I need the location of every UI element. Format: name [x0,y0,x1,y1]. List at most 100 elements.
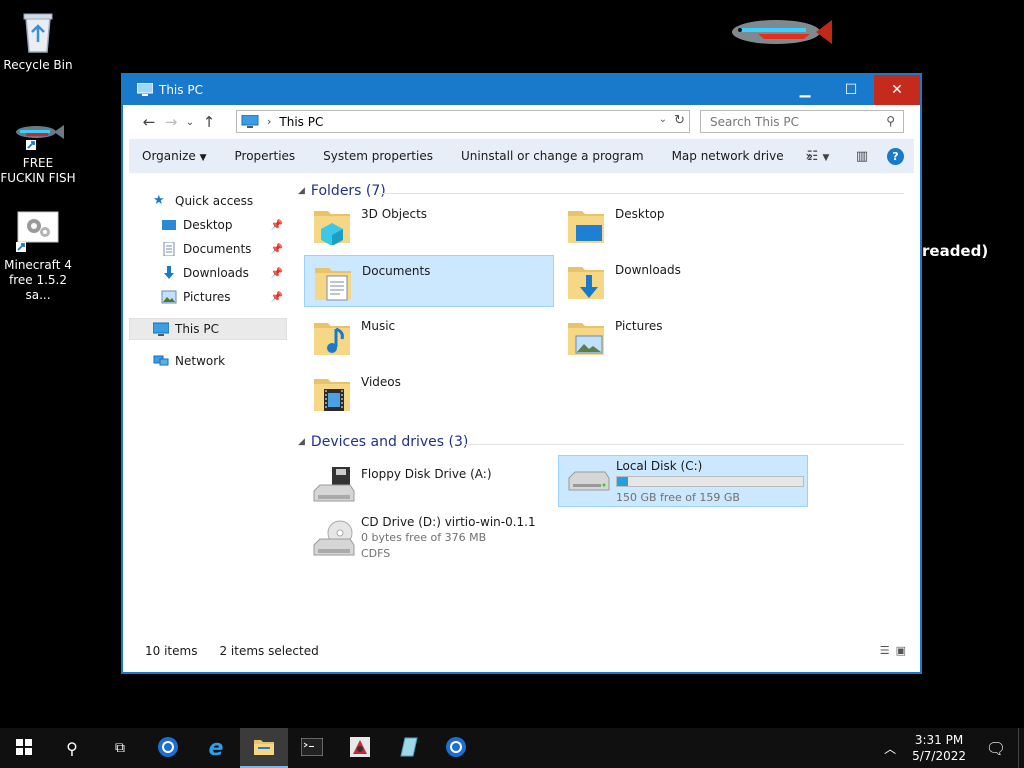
desktop-folder-icon [566,205,606,245]
floppy-drive-icon [312,465,355,505]
desktop-icon-fish[interactable]: FREE FUCKIN FISH [0,118,76,186]
action-center-button[interactable]: 🗨 [974,728,1018,768]
details-view-icon[interactable]: ☰ [880,644,890,657]
close-icon: ✕ [891,82,903,98]
pin-icon[interactable]: 📌 [271,268,283,279]
folder-downloads[interactable]: Downloads [558,255,808,307]
folder-3d-objects[interactable]: 3D Objects [304,199,554,251]
drive-floppy[interactable]: Floppy Disk Drive (A:) [304,459,554,511]
tile-label: Desktop [615,207,665,221]
chrome-icon [445,736,467,761]
refresh-icon[interactable]: ↻ [674,113,685,128]
taskbar-app-notes[interactable] [384,728,432,768]
up-button[interactable]: ↑ [198,113,220,131]
desktop-icon-minecraft[interactable]: Minecraft 4 free 1.5.2 sa... [0,210,76,303]
folders-group-header[interactable]: ◢ Folders (7) [298,183,386,199]
search-input[interactable]: Search This PC ⚲ [700,110,904,133]
view-options-icon: ☷ [806,148,819,164]
terminal-icon [300,737,324,759]
documents-folder-icon [313,262,353,302]
taskbar-file-explorer[interactable] [240,728,288,768]
paint-app-icon [349,736,371,761]
videos-folder-icon [312,373,352,413]
pictures-folder-icon [566,317,606,357]
preview-pane-button[interactable]: ▥ [847,149,877,164]
folder-pictures[interactable]: Pictures [558,311,808,363]
documents-icon [161,241,177,257]
status-bar: 10 items 2 items selected ☰ ▣ [129,636,914,666]
show-hidden-icons-button[interactable]: ︿ [876,728,904,768]
nav-label: Quick access [175,194,254,208]
properties-button[interactable]: Properties [221,149,310,163]
folder-music[interactable]: Music [304,311,554,363]
notification-icon: 🗨 [985,738,1007,758]
nav-downloads[interactable]: Downloads 📌 [129,262,287,284]
address-text[interactable]: This PC [279,115,323,129]
minimize-button[interactable]: ▁ [782,75,828,105]
taskbar-internet-explorer[interactable]: e [192,728,240,768]
recent-locations-button[interactable]: ⌄ [182,117,198,128]
show-desktop-button[interactable] [1018,728,1024,768]
map-network-drive-button[interactable]: Map network drive [658,149,798,163]
group-title: Folders (7) [310,183,386,199]
group-divider [379,193,904,194]
task-view-button[interactable]: ⧉ [96,728,144,768]
taskbar-command-prompt[interactable] [288,728,336,768]
search-button[interactable]: ⚲ [48,728,96,768]
nav-quick-access[interactable]: ★ Quick access [129,190,287,212]
change-view-button[interactable]: ☷ ▼ [803,149,833,164]
title-bar[interactable]: This PC ▁ ☐ ✕ [123,75,920,105]
nav-label: Desktop [183,218,233,232]
tile-label: Local Disk (C:) [616,459,703,473]
breadcrumb-separator-icon[interactable]: › [267,115,271,128]
collapse-caret-icon[interactable]: ◢ [298,186,305,196]
pin-icon[interactable]: 📌 [271,220,283,231]
nav-pictures[interactable]: Pictures 📌 [129,286,287,308]
chrome-icon [157,736,179,761]
nav-desktop[interactable]: Desktop 📌 [129,214,287,236]
forward-button[interactable]: → [160,113,182,131]
clock[interactable]: 3:31 PM 5/7/2022 [904,732,974,764]
system-properties-button[interactable]: System properties [309,149,447,163]
cd-drive-icon [312,519,355,559]
start-button[interactable] [0,728,48,768]
taskbar-app-paint[interactable] [336,728,384,768]
pin-icon[interactable]: 📌 [271,244,283,255]
command-bar: Organize ▼ Properties System properties … [129,139,914,173]
drives-group-header[interactable]: ◢ Devices and drives (3) [298,434,468,450]
download-arrow-icon [161,266,177,280]
disk-free-text: 0 bytes free of 376 MB [361,531,487,544]
address-dropdown-icon[interactable]: ⌄ [659,114,667,125]
wallpaper-fish-image [728,10,832,54]
maximize-button[interactable]: ☐ [828,75,874,105]
back-button[interactable]: ← [138,113,160,131]
disk-free-text: 150 GB free of 159 GB [616,491,740,504]
drive-cd-d[interactable]: CD Drive (D:) virtio-win-0.1.1 0 bytes f… [304,513,554,569]
collapse-caret-icon[interactable]: ◢ [298,437,305,447]
nav-this-pc[interactable]: This PC [129,318,287,340]
dropdown-arrow-icon: ▼ [822,152,830,163]
organize-button[interactable]: Organize ▼ [129,149,221,163]
large-icons-view-icon[interactable]: ▣ [896,644,906,657]
tile-label: 3D Objects [361,207,428,221]
address-bar[interactable]: › This PC ⌄ ↻ [236,110,690,133]
background-text: readed) [922,242,989,260]
downloads-folder-icon [566,261,606,301]
uninstall-program-button[interactable]: Uninstall or change a program [447,149,658,163]
nav-documents[interactable]: Documents 📌 [129,238,287,260]
explorer-window[interactable]: This PC ▁ ☐ ✕ ← → ⌄ ↑ › This PC ⌄ ↻ Sear… [122,74,921,673]
desktop-icon-recycle-bin[interactable]: Recycle Bin [0,8,76,73]
close-button[interactable]: ✕ [874,75,920,105]
folder-videos[interactable]: Videos [304,367,554,419]
taskbar-chrome-1[interactable] [144,728,192,768]
group-divider [464,444,904,445]
pin-icon[interactable]: 📌 [271,292,283,303]
help-button[interactable]: ? [887,147,904,165]
desktop-icon-label: Recycle Bin [3,58,73,72]
folder-documents[interactable]: Documents [304,255,554,307]
drive-local-c[interactable]: Local Disk (C:) 150 GB free of 159 GB [558,455,808,507]
taskbar-chrome-2[interactable] [432,728,480,768]
nav-network[interactable]: Network [129,350,287,372]
taskbar: ⚲ ⧉ e ︿ 3:31 PM 5/7/2022 🗨 [0,728,1024,768]
folder-desktop[interactable]: Desktop [558,199,808,251]
